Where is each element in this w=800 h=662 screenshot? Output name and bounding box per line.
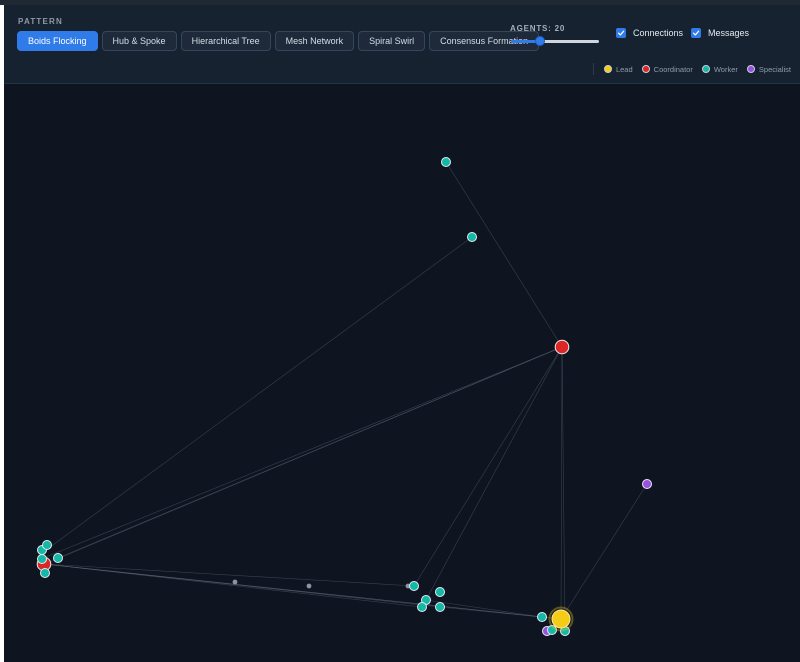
- connection-layer: [43, 161, 648, 632]
- agent-worker[interactable]: [537, 612, 547, 622]
- swarm-canvas[interactable]: [4, 84, 800, 662]
- pattern-button-spiral-swirl[interactable]: Spiral Swirl: [358, 31, 426, 51]
- agent-worker[interactable]: [37, 554, 47, 564]
- agent-lead[interactable]: [551, 609, 571, 629]
- agents-count-label: AGENTS: 20: [510, 24, 566, 33]
- connections-toggle[interactable]: Connections: [616, 28, 683, 38]
- connection-line: [560, 483, 648, 620]
- agent-worker[interactable]: [441, 157, 451, 167]
- legend-label-specialist: Specialist: [758, 64, 791, 74]
- legend-item-coordinator: Coordinator: [641, 64, 693, 74]
- connection-line: [425, 346, 563, 601]
- pattern-label: PATTERN: [18, 17, 63, 26]
- legend-dot-lead: [603, 65, 612, 73]
- connection-line: [445, 161, 563, 348]
- agent-worker[interactable]: [40, 568, 50, 578]
- agent-worker[interactable]: [42, 540, 52, 550]
- message-packet: [306, 583, 312, 589]
- connection-line: [560, 346, 563, 620]
- agent-worker[interactable]: [417, 602, 427, 612]
- legend-label-lead: Lead: [615, 64, 633, 74]
- connection-line: [43, 563, 415, 587]
- connection-line: [561, 346, 566, 632]
- agent-layer[interactable]: [36, 157, 652, 636]
- pattern-button-boids-flocking[interactable]: Boids Flocking: [17, 31, 98, 51]
- agents-slider-thumb[interactable]: [535, 36, 546, 46]
- pattern-button-group: Boids Flocking Hub & Spoke Hierarchical …: [17, 31, 540, 51]
- legend-dot-coordinator: [641, 65, 650, 73]
- agent-specialist[interactable]: [642, 479, 652, 489]
- connections-label: Connections: [633, 28, 684, 38]
- pattern-button-hierarchical-tree[interactable]: Hierarchical Tree: [180, 31, 271, 51]
- legend-item-lead: Lead: [603, 64, 633, 74]
- legend-divider: [592, 63, 594, 75]
- legend-dot-worker: [701, 65, 710, 73]
- agent-worker[interactable]: [409, 581, 419, 591]
- role-legend: Lead Coordinator Worker Specialist: [592, 63, 800, 75]
- agent-worker[interactable]: [435, 602, 445, 612]
- message-packet: [232, 579, 238, 585]
- legend-item-specialist: Specialist: [746, 64, 791, 74]
- connection-line: [45, 236, 473, 551]
- legend-item-worker: Worker: [701, 64, 738, 74]
- check-icon: [692, 30, 700, 36]
- messages-checkbox[interactable]: [691, 28, 701, 38]
- connection-line: [43, 563, 562, 620]
- legend-dot-specialist: [746, 65, 755, 73]
- connection-line: [413, 346, 563, 587]
- check-icon: [617, 30, 625, 36]
- messages-label: Messages: [708, 28, 750, 38]
- legend-label-coordinator: Coordinator: [653, 64, 693, 74]
- agent-worker[interactable]: [53, 553, 63, 563]
- swarm-visualizer-app: PATTERN Boids Flocking Hub & Spoke Hiera…: [4, 5, 800, 662]
- pattern-button-mesh-network[interactable]: Mesh Network: [274, 31, 355, 51]
- connection-line: [57, 346, 563, 559]
- pattern-button-hub-spoke[interactable]: Hub & Spoke: [101, 31, 177, 51]
- agent-coordinator[interactable]: [554, 339, 570, 355]
- agent-worker[interactable]: [467, 232, 477, 242]
- agents-slider[interactable]: [511, 36, 599, 46]
- connections-checkbox[interactable]: [616, 28, 626, 38]
- control-panel: PATTERN Boids Flocking Hub & Spoke Hiera…: [4, 5, 800, 84]
- messages-toggle[interactable]: Messages: [691, 28, 749, 38]
- connection-line: [45, 346, 563, 558]
- legend-label-worker: Worker: [713, 64, 738, 74]
- agent-worker[interactable]: [435, 587, 445, 597]
